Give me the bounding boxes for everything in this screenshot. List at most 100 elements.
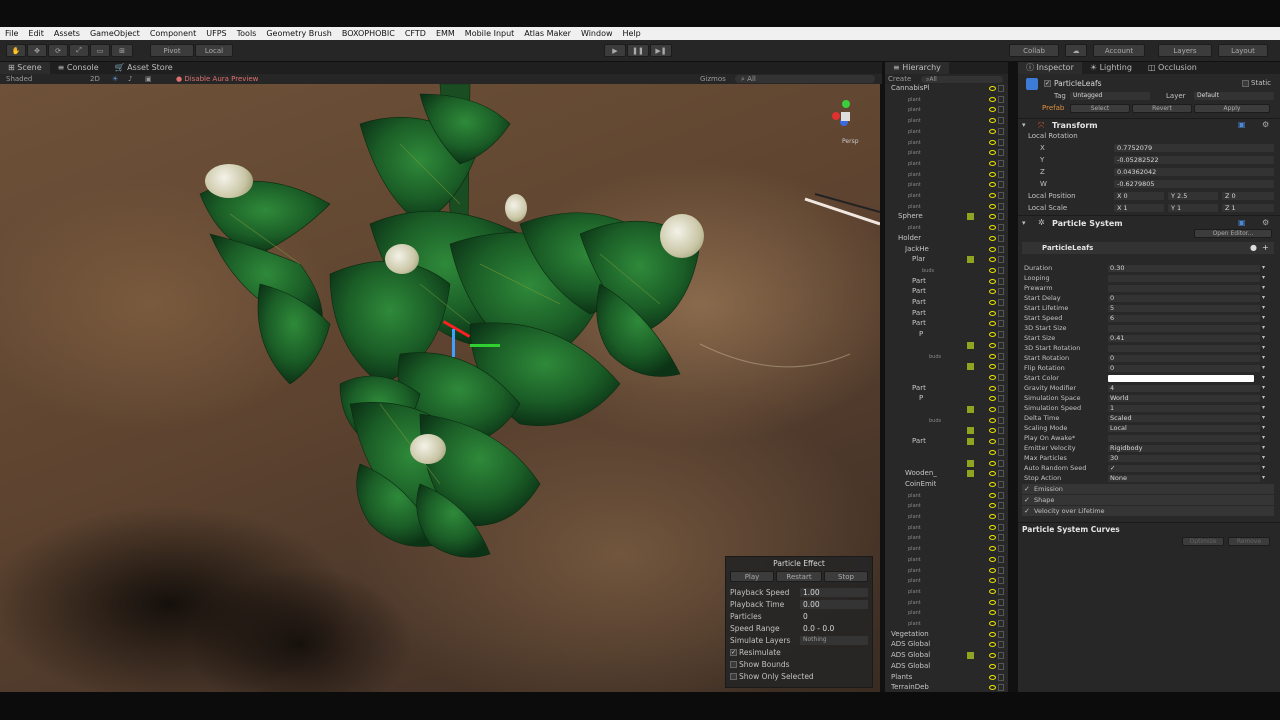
visibility-eye-icon[interactable] xyxy=(989,310,996,316)
property-field[interactable] xyxy=(1108,325,1260,332)
hierarchy-row[interactable]: TerrainDeb xyxy=(885,683,1008,692)
visibility-eye-icon[interactable] xyxy=(989,86,996,91)
property-field[interactable]: 4 xyxy=(1108,384,1260,392)
property-field[interactable]: Rigidbody xyxy=(1108,444,1260,452)
visibility-eye-icon[interactable] xyxy=(989,203,996,209)
hierarchy-row[interactable]: Part xyxy=(885,287,1008,298)
property-field[interactable]: ✓ xyxy=(1108,464,1260,472)
hierarchy-row[interactable] xyxy=(885,448,1008,459)
visibility-eye-icon[interactable] xyxy=(989,396,996,402)
pause-button[interactable]: ❚❚ xyxy=(627,44,649,57)
pos-z-field[interactable]: Z 0 xyxy=(1222,192,1274,200)
static-checkbox[interactable] xyxy=(1242,80,1249,87)
curve-dropdown-arrow-icon[interactable]: ▾ xyxy=(1262,334,1265,341)
visibility-eye-icon[interactable] xyxy=(989,407,996,412)
settings-gear-icon[interactable]: ⚙ xyxy=(1262,120,1269,129)
hierarchy-row[interactable]: plant xyxy=(885,170,1008,181)
menu-item[interactable]: Assets xyxy=(49,29,85,38)
pick-lock-icon[interactable] xyxy=(998,234,1004,242)
hierarchy-row[interactable]: plant xyxy=(885,619,1008,630)
visibility-eye-icon[interactable] xyxy=(989,578,996,584)
visibility-eye-icon[interactable] xyxy=(989,631,996,637)
pos-y-field[interactable]: Y 2.5 xyxy=(1168,192,1218,200)
visibility-eye-icon[interactable] xyxy=(989,374,996,380)
pick-lock-icon[interactable] xyxy=(998,95,1004,103)
pick-lock-icon[interactable] xyxy=(998,652,1004,660)
hierarchy-row[interactable] xyxy=(885,405,1008,416)
prefab-select-button[interactable]: Select xyxy=(1070,104,1130,113)
hierarchy-row[interactable] xyxy=(885,341,1008,352)
pivot-button[interactable]: Pivot xyxy=(150,44,194,57)
tab-hierarchy[interactable]: ≡ Hierarchy xyxy=(885,62,949,74)
module-enabled-checkbox[interactable]: ✓ xyxy=(1024,485,1030,493)
pick-lock-icon[interactable] xyxy=(998,256,1004,264)
pick-lock-icon[interactable] xyxy=(998,406,1004,413)
module-header[interactable]: ParticleLeafs ● + xyxy=(1022,242,1274,254)
create-dropdown[interactable]: Create xyxy=(888,75,911,83)
visibility-eye-icon[interactable] xyxy=(989,267,996,273)
hierarchy-row[interactable]: ADS Global xyxy=(885,662,1008,673)
pick-lock-icon[interactable] xyxy=(998,127,1004,135)
property-field[interactable] xyxy=(1108,275,1260,282)
visibility-eye-icon[interactable] xyxy=(989,193,996,198)
pe-play-button[interactable]: Play xyxy=(730,571,774,582)
scale-z-field[interactable]: Z 1 xyxy=(1222,204,1274,212)
pick-lock-icon[interactable] xyxy=(998,245,1004,253)
visibility-eye-icon[interactable] xyxy=(989,674,996,680)
hierarchy-row[interactable]: JackHe xyxy=(885,245,1008,256)
hierarchy-row[interactable] xyxy=(885,426,1008,437)
pick-lock-icon[interactable] xyxy=(998,373,1004,381)
transform-tool-button[interactable]: ⊞ xyxy=(111,44,133,57)
curve-dropdown-arrow-icon[interactable]: ▾ xyxy=(1262,454,1265,461)
hierarchy-row[interactable]: plant xyxy=(885,105,1008,116)
property-field[interactable]: 0 xyxy=(1108,364,1260,372)
gizmo-z-axis[interactable] xyxy=(452,329,455,357)
hierarchy-row[interactable]: plant xyxy=(885,512,1008,523)
pick-lock-icon[interactable] xyxy=(998,555,1004,563)
hierarchy-row[interactable]: buds xyxy=(885,352,1008,363)
tab-scene[interactable]: ⊞ Scene xyxy=(0,62,50,74)
cloud-icon[interactable]: ☁ xyxy=(1065,44,1087,57)
visibility-eye-icon[interactable] xyxy=(989,503,996,509)
open-editor-button[interactable]: Open Editor... xyxy=(1194,229,1272,238)
add-icon[interactable]: + xyxy=(1262,243,1269,252)
scene-search-input[interactable]: ⌕ All xyxy=(735,75,875,83)
curve-dropdown-arrow-icon[interactable]: ▾ xyxy=(1262,414,1265,421)
rotate-tool-button[interactable]: ⟳ xyxy=(48,44,68,57)
hierarchy-row[interactable]: Vegetation xyxy=(885,630,1008,641)
pick-lock-icon[interactable] xyxy=(998,684,1004,692)
visibility-eye-icon[interactable] xyxy=(989,160,996,166)
pick-lock-icon[interactable] xyxy=(998,395,1004,403)
pick-lock-icon[interactable] xyxy=(998,673,1004,681)
hierarchy-row[interactable]: Part xyxy=(885,319,1008,330)
transform-header[interactable]: Transform xyxy=(1052,121,1098,130)
center-cube-icon[interactable] xyxy=(841,112,850,121)
pe-row-field[interactable]: 0.00 xyxy=(800,600,868,609)
property-field[interactable] xyxy=(1108,375,1254,382)
rect-tool-button[interactable]: ▭ xyxy=(90,44,110,57)
hierarchy-row[interactable]: plant xyxy=(885,598,1008,609)
property-field[interactable] xyxy=(1108,345,1260,352)
pick-lock-icon[interactable] xyxy=(998,159,1004,167)
collab-button[interactable]: Collab xyxy=(1009,44,1059,57)
curve-dropdown-arrow-icon[interactable]: ▾ xyxy=(1262,294,1265,301)
object-name-field[interactable]: ParticleLeafs xyxy=(1054,79,1102,88)
foldout-arrow-icon[interactable]: ▾ xyxy=(1022,219,1026,227)
gizmos-dropdown[interactable]: Gizmos xyxy=(700,75,726,83)
visibility-eye-icon[interactable] xyxy=(989,342,996,348)
curve-dropdown-arrow-icon[interactable]: ▾ xyxy=(1262,384,1265,391)
pick-lock-icon[interactable] xyxy=(998,609,1004,617)
visibility-eye-icon[interactable] xyxy=(989,214,996,220)
hierarchy-row[interactable] xyxy=(885,459,1008,470)
property-field[interactable]: 0 xyxy=(1108,354,1260,362)
visibility-eye-icon[interactable] xyxy=(989,653,996,659)
pick-lock-icon[interactable] xyxy=(998,566,1004,574)
visibility-eye-icon[interactable] xyxy=(989,96,996,102)
property-field[interactable]: 6 xyxy=(1108,314,1260,322)
help-icon[interactable]: ▣ xyxy=(1238,120,1246,129)
pick-lock-icon[interactable] xyxy=(998,598,1004,606)
pe-row-field[interactable]: Nothing xyxy=(800,636,868,645)
pick-lock-icon[interactable] xyxy=(998,513,1004,520)
pick-lock-icon[interactable] xyxy=(998,331,1004,339)
hierarchy-row[interactable]: plant xyxy=(885,127,1008,138)
